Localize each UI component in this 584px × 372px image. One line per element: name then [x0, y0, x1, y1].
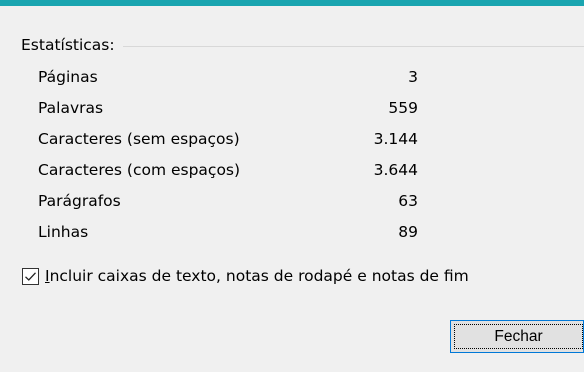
include-textboxes-footnotes-checkbox[interactable] [22, 267, 39, 285]
stat-label: Caracteres (sem espaços) [38, 130, 240, 148]
stat-value: 3 [408, 68, 418, 86]
stat-label: Palavras [38, 99, 104, 117]
stat-value: 89 [398, 223, 418, 241]
checkmark-icon [25, 271, 36, 281]
stat-label: Caracteres (com espaços) [38, 161, 241, 179]
statistics-group-title: Estatísticas: [21, 36, 115, 54]
stat-label: Linhas [38, 223, 89, 241]
close-button-label: Fechar [494, 327, 543, 345]
stat-value: 559 [388, 99, 418, 117]
stat-row-paragraphs: Parágrafos 63 [38, 192, 418, 223]
stat-value: 3.644 [373, 161, 418, 179]
stat-row-words: Palavras 559 [38, 99, 418, 130]
stat-value: 3.144 [373, 130, 418, 148]
stat-row-chars-with-spaces: Caracteres (com espaços) 3.644 [38, 161, 418, 192]
stat-value: 63 [398, 192, 418, 210]
include-checkbox-label[interactable]: Incluir caixas de texto, notas de rodapé… [45, 267, 469, 285]
include-checkbox-label-text: ncluir caixas de texto, notas de rodapé … [49, 267, 469, 285]
statistics-group-header: Estatísticas: [21, 34, 584, 56]
statistics-table: Páginas 3 Palavras 559 Caracteres (sem e… [38, 68, 418, 254]
include-textboxes-footnotes-checkbox-row[interactable]: Incluir caixas de texto, notas de rodapé… [22, 267, 469, 285]
close-button[interactable]: Fechar [450, 320, 584, 353]
stat-row-chars-no-spaces: Caracteres (sem espaços) 3.144 [38, 130, 418, 161]
close-button-focus-rect: Fechar [454, 324, 583, 349]
window-accent-bar [0, 0, 584, 6]
stat-label: Parágrafos [38, 192, 121, 210]
stat-label: Páginas [38, 68, 98, 86]
group-divider [122, 45, 584, 47]
stat-row-lines: Linhas 89 [38, 223, 418, 254]
stat-row-pages: Páginas 3 [38, 68, 418, 99]
